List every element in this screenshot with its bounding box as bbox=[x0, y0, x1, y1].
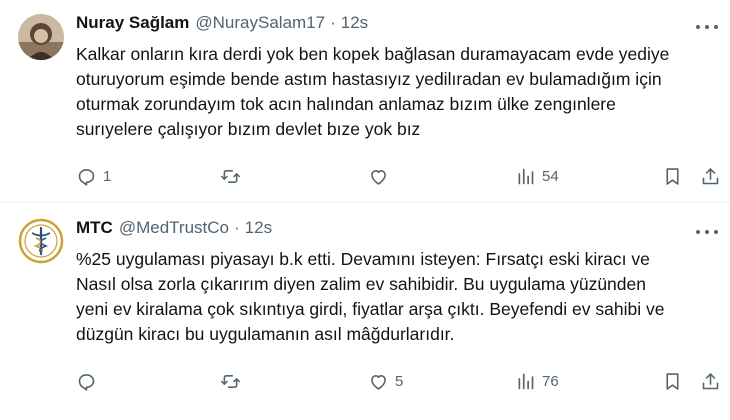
reply-button[interactable]: 1 bbox=[76, 164, 111, 188]
tweet-2[interactable]: MTC @MedTrustCo · 12s %25 uygulaması piy… bbox=[0, 203, 730, 420]
medtrust-logo bbox=[18, 218, 64, 264]
retweet-icon bbox=[220, 374, 241, 388]
share-icon bbox=[702, 372, 719, 389]
views-button[interactable]: 76 bbox=[515, 369, 559, 393]
tweet-1[interactable]: Nuray Sağlam @NuraySalam17 · 12s Kalkar … bbox=[0, 0, 730, 203]
like-icon bbox=[371, 169, 386, 185]
timestamp[interactable]: 12s bbox=[245, 218, 272, 238]
reply-count: 1 bbox=[103, 167, 112, 185]
more-icon[interactable] bbox=[696, 225, 718, 239]
tweet-text: Kalkar onların kıra derdi yok ben kopek … bbox=[76, 44, 670, 139]
tweet-header: Nuray Sağlam @NuraySalam17 · 12s bbox=[76, 12, 368, 34]
reply-icon bbox=[78, 168, 95, 186]
share-button[interactable] bbox=[700, 164, 721, 188]
tweet-header: MTC @MedTrustCo · 12s bbox=[76, 217, 272, 239]
bookmark-icon bbox=[666, 167, 679, 185]
tweet-text: %25 uygulaması piyasayı b.k etti. Devamı… bbox=[76, 249, 665, 344]
bookmark-button[interactable] bbox=[662, 164, 683, 188]
view-count: 76 bbox=[542, 372, 559, 390]
author-handle[interactable]: @NuraySalam17 bbox=[195, 13, 325, 33]
more-icon[interactable] bbox=[696, 20, 718, 34]
separator: · bbox=[233, 218, 240, 237]
tweet-actions: 5 76 bbox=[0, 369, 730, 393]
avatar[interactable] bbox=[18, 218, 64, 264]
separator: · bbox=[330, 13, 336, 32]
bookmark-icon bbox=[666, 372, 679, 390]
bookmark-button[interactable] bbox=[662, 369, 683, 393]
like-button[interactable] bbox=[368, 164, 395, 188]
reply-icon bbox=[78, 373, 95, 391]
views-icon bbox=[518, 168, 534, 184]
avatar-photo bbox=[18, 14, 64, 60]
share-button[interactable] bbox=[700, 369, 721, 393]
author-name[interactable]: MTC bbox=[76, 218, 113, 238]
views-icon bbox=[518, 373, 534, 389]
timestamp[interactable]: 12s bbox=[341, 13, 368, 33]
author-handle[interactable]: @MedTrustCo bbox=[119, 218, 229, 238]
retweet-icon bbox=[220, 169, 241, 183]
like-button[interactable]: 5 bbox=[368, 369, 403, 393]
like-icon bbox=[371, 374, 386, 390]
like-count: 5 bbox=[395, 372, 404, 390]
avatar[interactable] bbox=[18, 14, 64, 60]
views-button[interactable]: 54 bbox=[515, 164, 559, 188]
reply-button[interactable] bbox=[76, 369, 103, 393]
share-icon bbox=[702, 167, 719, 184]
tweet-actions: 1 54 bbox=[0, 164, 730, 188]
view-count: 54 bbox=[542, 167, 559, 185]
author-name[interactable]: Nuray Sağlam bbox=[76, 13, 189, 33]
retweet-button[interactable] bbox=[220, 164, 247, 188]
retweet-button[interactable] bbox=[220, 369, 247, 393]
